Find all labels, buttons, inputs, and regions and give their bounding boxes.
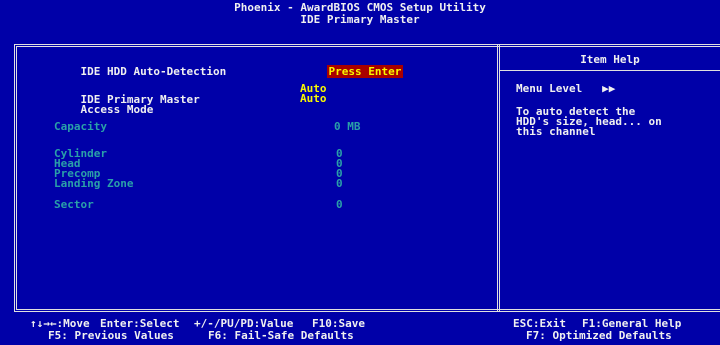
menu-level: Menu Level ▶▶: [516, 83, 615, 94]
menu-level-arrows-icon: ▶▶: [602, 82, 616, 95]
setting-landing-zone: Landing Zone: [54, 177, 134, 190]
setting-sector: Sector: [54, 198, 94, 211]
setting-sector-value: 0: [336, 198, 343, 211]
key-previous-values: F5: Previous Values: [48, 329, 174, 342]
menu-level-label: Menu Level: [516, 82, 583, 95]
title-bar: Phoenix - AwardBIOS CMOS Setup Utility I…: [0, 2, 720, 26]
help-line-3: this channel: [516, 125, 596, 138]
setting-capacity: Capacity: [54, 120, 107, 133]
key-fail-safe-defaults: F6: Fail-Safe Defaults: [208, 329, 354, 342]
setting-capacity-value: 0 MB: [334, 120, 361, 133]
key-optimized-defaults: F7: Optimized Defaults: [526, 329, 672, 342]
press-enter-value[interactable]: Press Enter: [326, 65, 404, 78]
setting-label: IDE HDD Auto-Detection: [80, 65, 227, 78]
help-divider: [497, 44, 500, 312]
page-title: IDE Primary Master: [300, 13, 420, 26]
setting-label: Access Mode: [80, 103, 154, 116]
help-title-separator: [500, 70, 720, 71]
help-title: Item Help: [580, 53, 640, 66]
setting-landing-zone-value: 0: [336, 177, 343, 190]
bios-screen: Phoenix - AwardBIOS CMOS Setup Utility I…: [0, 0, 720, 345]
setting-access-mode-value[interactable]: Auto: [300, 93, 327, 104]
